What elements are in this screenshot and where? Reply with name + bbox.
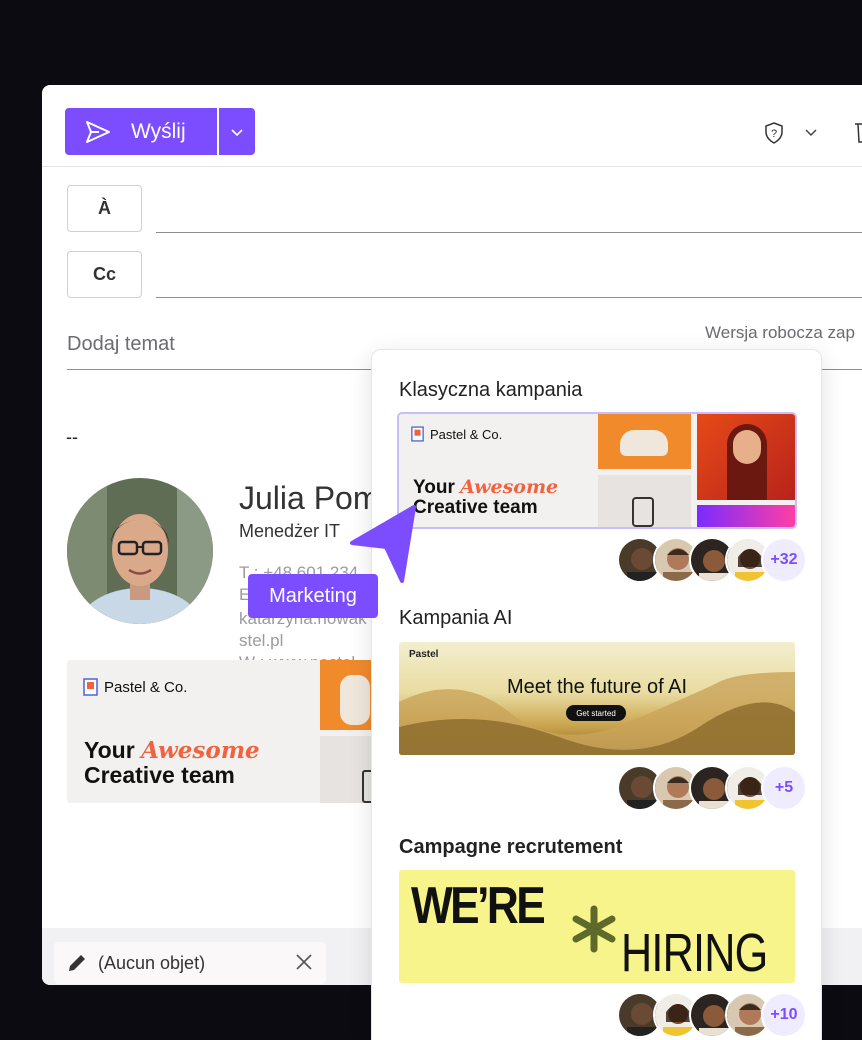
banner-image-gradient — [697, 505, 795, 527]
banner-image-woman — [697, 414, 795, 500]
banner-image-phone — [598, 475, 691, 527]
to-button[interactable]: À — [67, 185, 142, 232]
campaign-title: Klasyczna kampania — [399, 379, 583, 401]
marketing-label: Marketing — [248, 574, 378, 618]
avatar — [67, 478, 213, 624]
draft-status: Wersja robocza zap — [705, 323, 855, 342]
audience-count: +5 — [761, 765, 807, 811]
close-icon[interactable] — [294, 952, 314, 972]
campaign-audience[interactable]: +5 — [617, 765, 807, 811]
subject-input[interactable]: Dodaj temat — [67, 333, 175, 356]
banner-brand: Pastel & Co. — [104, 678, 188, 696]
banner-awesome: Awesome — [141, 737, 260, 764]
banner-your: Your — [84, 737, 135, 763]
campaign-audience[interactable]: +32 — [617, 537, 807, 583]
banner-image-shoe — [598, 414, 691, 469]
banner-brand: Pastel — [409, 649, 439, 660]
banner-creative: Creative team — [84, 762, 235, 789]
chevron-down-icon[interactable] — [804, 127, 818, 137]
banner-headline: Meet the future of AI — [506, 676, 688, 698]
campaign-title: Campagne recrutement — [399, 836, 623, 858]
audience-count: +32 — [761, 537, 807, 583]
send-button[interactable]: Wyślij — [65, 108, 217, 155]
trash-icon[interactable] — [854, 121, 862, 143]
banner-hiring: HIRING — [621, 923, 768, 983]
signature-title: Menedżer IT — [239, 521, 341, 541]
send-icon — [86, 120, 110, 143]
signature-separator: -- — [66, 427, 78, 447]
banner-logo: Pastel & Co. — [411, 426, 502, 442]
banner-creative: Creative team — [413, 496, 538, 518]
shield-question-icon[interactable]: ? — [764, 122, 784, 144]
audience-count: +10 — [761, 992, 807, 1038]
campaign-title: Kampania AI — [399, 607, 513, 629]
banner-awesome: Awesome — [460, 476, 559, 498]
asterisk-icon — [572, 905, 616, 953]
banner-headline: Your Awesome Creative team — [84, 738, 260, 787]
banner-headline: Your Awesome Creative team — [413, 476, 559, 518]
send-label: Wyślij — [131, 119, 186, 143]
campaign-banner-classic[interactable]: Pastel & Co. Your Awesome Creative team — [397, 412, 797, 529]
banner-brand: Pastel & Co. — [430, 426, 503, 442]
signature-banner[interactable]: Pastel & Co. Your Awesome Creative team — [67, 660, 387, 803]
svg-text:?: ? — [771, 128, 777, 140]
draft-tab-label: (Aucun objet) — [98, 952, 206, 973]
campaign-audience[interactable]: +10 — [617, 992, 807, 1038]
campaign-panel: Klasyczna kampania Pastel & Co. Your Awe… — [371, 349, 822, 1040]
pencil-icon — [69, 955, 85, 971]
banner-were: WE’RE — [411, 877, 546, 935]
send-options-button[interactable] — [219, 108, 255, 155]
signature-email-domain: stel.pl — [239, 631, 284, 650]
cc-input[interactable] — [156, 297, 862, 298]
pastel-logo-icon — [83, 678, 98, 696]
cursor-arrow-icon — [350, 505, 416, 583]
banner-logo: Pastel & Co. — [83, 678, 187, 696]
chevron-down-icon — [231, 128, 243, 136]
banner-your: Your — [413, 477, 455, 498]
cc-button[interactable]: Cc — [67, 251, 142, 298]
campaign-banner-hiring[interactable]: WE’RE HIRING — [399, 870, 795, 983]
pastel-logo-icon — [411, 426, 424, 442]
campaign-banner-ai[interactable]: Pastel Meet the future of AI Get started — [399, 642, 795, 755]
draft-tab[interactable]: (Aucun objet) — [54, 942, 326, 984]
to-input[interactable] — [156, 232, 862, 233]
get-started-button: Get started — [566, 705, 626, 721]
compose-toolbar: Wyślij ? — [42, 85, 862, 167]
